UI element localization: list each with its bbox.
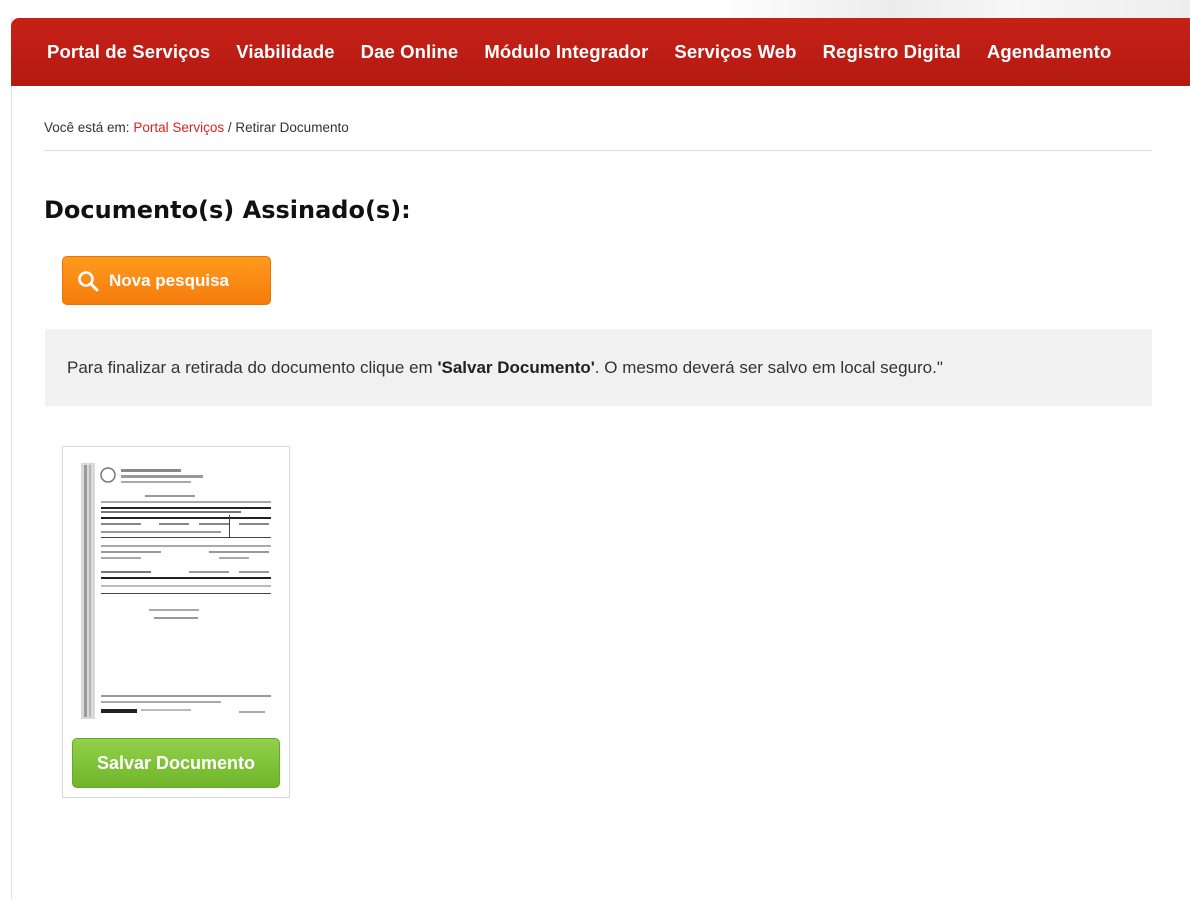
page-left-border [11,18,12,900]
instruction-notice: Para finalizar a retirada do documento c… [45,329,1152,406]
breadcrumb-prefix: Você está em: [44,120,130,135]
breadcrumb: Você está em: Portal Serviços / Retirar … [44,120,349,135]
page-title: Documento(s) Assinado(s): [44,196,411,224]
nav-item-dae-online[interactable]: Dae Online [361,41,459,63]
breadcrumb-separator: / [227,120,232,135]
document-card: Salvar Documento [62,446,290,798]
nav-item-portal-servicos[interactable]: Portal de Serviços [47,41,210,63]
browser-top-strip [0,0,1190,18]
save-document-button[interactable]: Salvar Documento [72,738,280,788]
new-search-button[interactable]: Nova pesquisa [62,256,271,305]
notice-text-start: Para finalizar a retirada do documento c… [67,357,438,377]
main-navigation: Portal de Serviços Viabilidade Dae Onlin… [11,18,1190,86]
nav-item-servicos-web[interactable]: Serviços Web [674,41,796,63]
breadcrumb-current: Retirar Documento [235,120,349,135]
notice-text-end: . O mesmo deverá ser salvo em local segu… [594,357,943,377]
nav-item-registro-digital[interactable]: Registro Digital [823,41,961,63]
breadcrumb-divider [44,150,1152,151]
nav-item-modulo-integrador[interactable]: Módulo Integrador [484,41,648,63]
nav-list: Portal de Serviços Viabilidade Dae Onlin… [11,18,1190,86]
breadcrumb-link-portal-servicos[interactable]: Portal Serviços [133,120,224,135]
document-preview-image [79,459,275,727]
notice-emphasis: 'Salvar Documento' [437,357,595,377]
notice-text: Para finalizar a retirada do documento c… [67,358,943,378]
nav-item-agendamento[interactable]: Agendamento [987,41,1111,63]
search-icon [78,270,99,291]
new-search-label: Nova pesquisa [109,270,229,290]
nav-item-viabilidade[interactable]: Viabilidade [236,41,334,63]
document-thumbnail[interactable] [79,459,275,727]
